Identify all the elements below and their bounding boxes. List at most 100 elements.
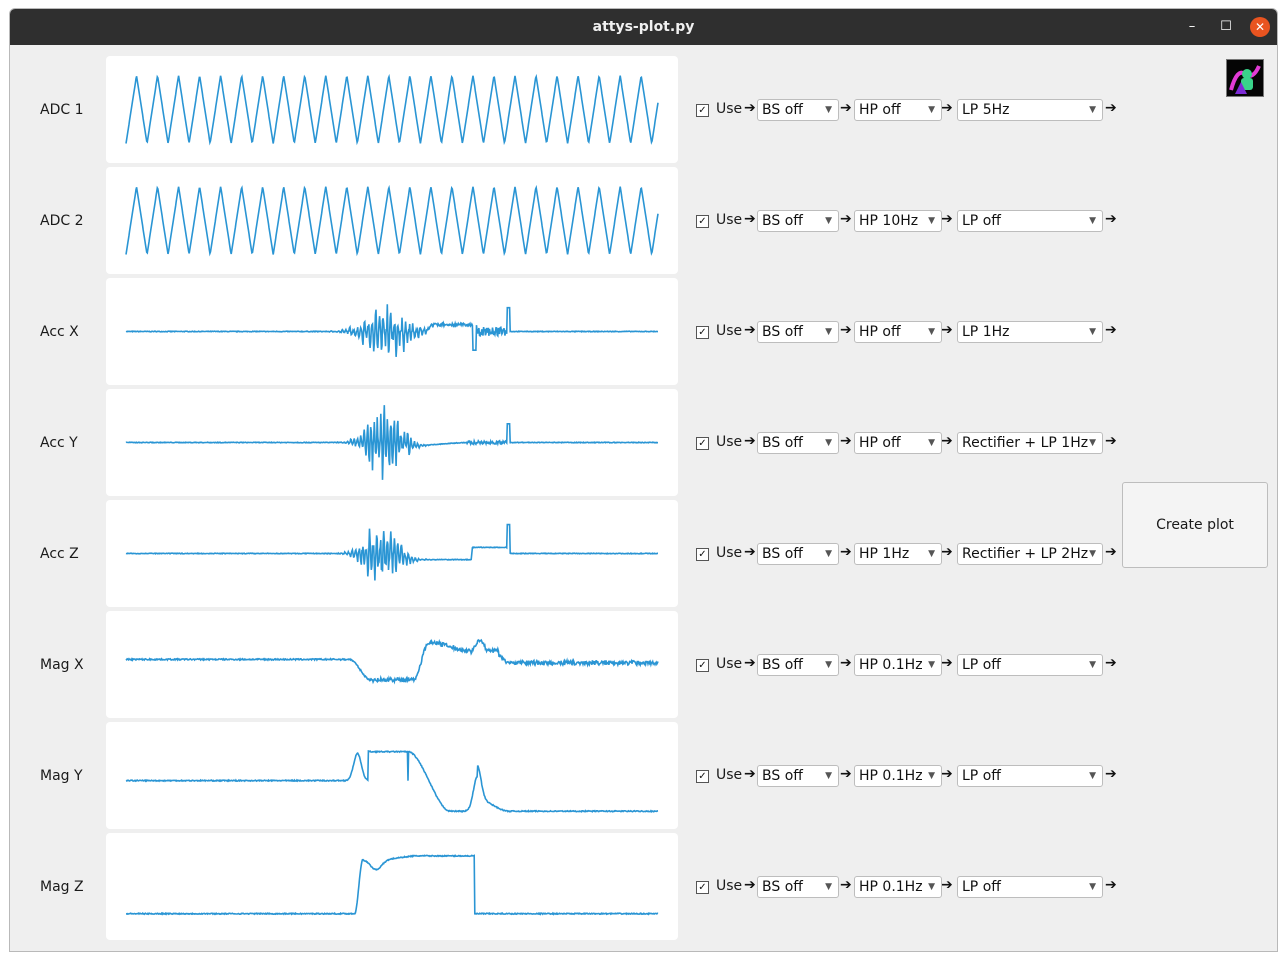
signal-plot-panel (106, 56, 678, 163)
use-label: Use (716, 767, 743, 783)
maximize-icon[interactable]: ☐ (1216, 17, 1236, 37)
close-icon[interactable]: ✕ (1250, 17, 1270, 37)
use-checkbox[interactable]: ✓ (696, 548, 709, 561)
use-label: Use (716, 323, 743, 339)
highpass-select[interactable]: HP off ▼ (854, 321, 942, 343)
chevron-down-icon: ▼ (1089, 216, 1096, 226)
signal-trace-svg (125, 750, 659, 814)
signal-trace (125, 73, 659, 146)
arrow-right-icon: ➔ (1105, 544, 1117, 560)
arrow-right-icon: ➔ (840, 544, 852, 560)
bandstop-select-value: BS off (762, 657, 803, 673)
use-checkbox[interactable]: ✓ (696, 215, 709, 228)
chevron-down-icon: ▼ (928, 882, 935, 892)
chevron-down-icon: ▼ (928, 216, 935, 226)
arrow-right-icon: ➔ (744, 100, 756, 116)
arrow-right-icon: ➔ (840, 766, 852, 782)
highpass-select[interactable]: HP 0.1Hz ▼ (854, 654, 942, 676)
arrow-right-icon: ➔ (744, 544, 756, 560)
arrow-right-icon: ➔ (941, 766, 953, 782)
create-plot-button[interactable]: Create plot (1122, 482, 1268, 568)
arrow-right-icon: ➔ (840, 322, 852, 338)
lowpass-select-value: LP off (962, 768, 1001, 784)
signal-trace-svg (125, 405, 658, 480)
chevron-down-icon: ▼ (928, 771, 935, 781)
signal-trace (125, 638, 659, 685)
lowpass-select[interactable]: LP off ▼ (957, 765, 1103, 787)
bandstop-select-value: BS off (762, 546, 803, 562)
bandstop-select[interactable]: BS off ▼ (757, 543, 839, 565)
bandstop-select-value: BS off (762, 102, 803, 118)
signal-trace-svg (126, 853, 659, 916)
highpass-select-value: HP 0.1Hz (859, 768, 923, 784)
chevron-down-icon: ▼ (1089, 660, 1096, 670)
arrow-right-icon: ➔ (744, 766, 756, 782)
lowpass-select-value: Rectifier + LP 1Hz (962, 435, 1089, 451)
lowpass-select[interactable]: LP 1Hz ▼ (957, 321, 1103, 343)
bandstop-select[interactable]: BS off ▼ (757, 210, 839, 232)
arrow-right-icon: ➔ (840, 433, 852, 449)
use-checkbox[interactable]: ✓ (696, 659, 709, 672)
chevron-down-icon: ▼ (928, 549, 935, 559)
signal-trace-svg (125, 304, 658, 357)
channel-label: Mag Z (40, 879, 84, 895)
bandstop-select[interactable]: BS off ▼ (757, 321, 839, 343)
signal-plot-panel (106, 278, 678, 385)
bandstop-select[interactable]: BS off ▼ (757, 876, 839, 898)
filter-controls: ✓ Use ➔ ➔ ➔ ➔ BS off ▼ HP 0.1Hz ▼ LP off ▼ (696, 876, 1126, 900)
bandstop-select-value: BS off (762, 879, 803, 895)
highpass-select[interactable]: HP 10Hz ▼ (854, 210, 942, 232)
arrow-right-icon: ➔ (941, 655, 953, 671)
lowpass-select[interactable]: LP off ▼ (957, 654, 1103, 676)
channel-label: Mag X (40, 657, 84, 673)
signal-trace-svg (125, 523, 658, 581)
use-label: Use (716, 878, 743, 894)
highpass-select[interactable]: HP off ▼ (854, 432, 942, 454)
signal-trace-svg (125, 73, 659, 146)
bandstop-select[interactable]: BS off ▼ (757, 765, 839, 787)
chevron-down-icon: ▼ (1089, 549, 1096, 559)
bandstop-select[interactable]: BS off ▼ (757, 99, 839, 121)
arrow-right-icon: ➔ (744, 211, 756, 227)
highpass-select[interactable]: HP 1Hz ▼ (854, 543, 942, 565)
chevron-down-icon: ▼ (1089, 882, 1096, 892)
lowpass-select-value: LP 1Hz (962, 324, 1010, 340)
highpass-select[interactable]: HP off ▼ (854, 99, 942, 121)
use-checkbox[interactable]: ✓ (696, 770, 709, 783)
use-label: Use (716, 656, 743, 672)
signal-trace-svg (125, 638, 659, 685)
lowpass-select-value: LP 5Hz (962, 102, 1010, 118)
highpass-select[interactable]: HP 0.1Hz ▼ (854, 876, 942, 898)
use-checkbox[interactable]: ✓ (696, 881, 709, 894)
chevron-down-icon: ▼ (825, 438, 832, 448)
use-label: Use (716, 212, 743, 228)
bandstop-select[interactable]: BS off ▼ (757, 432, 839, 454)
lowpass-select[interactable]: Rectifier + LP 1Hz ▼ (957, 432, 1103, 454)
lowpass-select[interactable]: LP 5Hz ▼ (957, 99, 1103, 121)
window-title: attys-plot.py (592, 19, 695, 35)
arrow-right-icon: ➔ (840, 655, 852, 671)
lowpass-select[interactable]: Rectifier + LP 2Hz ▼ (957, 543, 1103, 565)
chevron-down-icon: ▼ (825, 882, 832, 892)
chevron-down-icon: ▼ (1089, 327, 1096, 337)
highpass-select-value: HP off (859, 435, 901, 451)
lowpass-select[interactable]: LP off ▼ (957, 876, 1103, 898)
attys-logo-icon (1226, 59, 1264, 97)
arrow-right-icon: ➔ (1105, 433, 1117, 449)
lowpass-select[interactable]: LP off ▼ (957, 210, 1103, 232)
lowpass-select-value: LP off (962, 213, 1001, 229)
use-checkbox[interactable]: ✓ (696, 326, 709, 339)
signal-plot-panel (106, 722, 678, 829)
channel-label: Mag Y (40, 768, 83, 784)
highpass-select[interactable]: HP 0.1Hz ▼ (854, 765, 942, 787)
chevron-down-icon: ▼ (825, 660, 832, 670)
highpass-select-value: HP 10Hz (859, 213, 919, 229)
minimize-icon[interactable]: – (1182, 17, 1202, 37)
title-bar: attys-plot.py – ☐ ✕ (10, 9, 1277, 45)
use-checkbox[interactable]: ✓ (696, 437, 709, 450)
bandstop-select[interactable]: BS off ▼ (757, 654, 839, 676)
highpass-select-value: HP off (859, 324, 901, 340)
filter-controls: ✓ Use ➔ ➔ ➔ ➔ BS off ▼ HP 10Hz ▼ LP off ▼ (696, 210, 1126, 234)
use-checkbox[interactable]: ✓ (696, 104, 709, 117)
arrow-right-icon: ➔ (1105, 100, 1117, 116)
